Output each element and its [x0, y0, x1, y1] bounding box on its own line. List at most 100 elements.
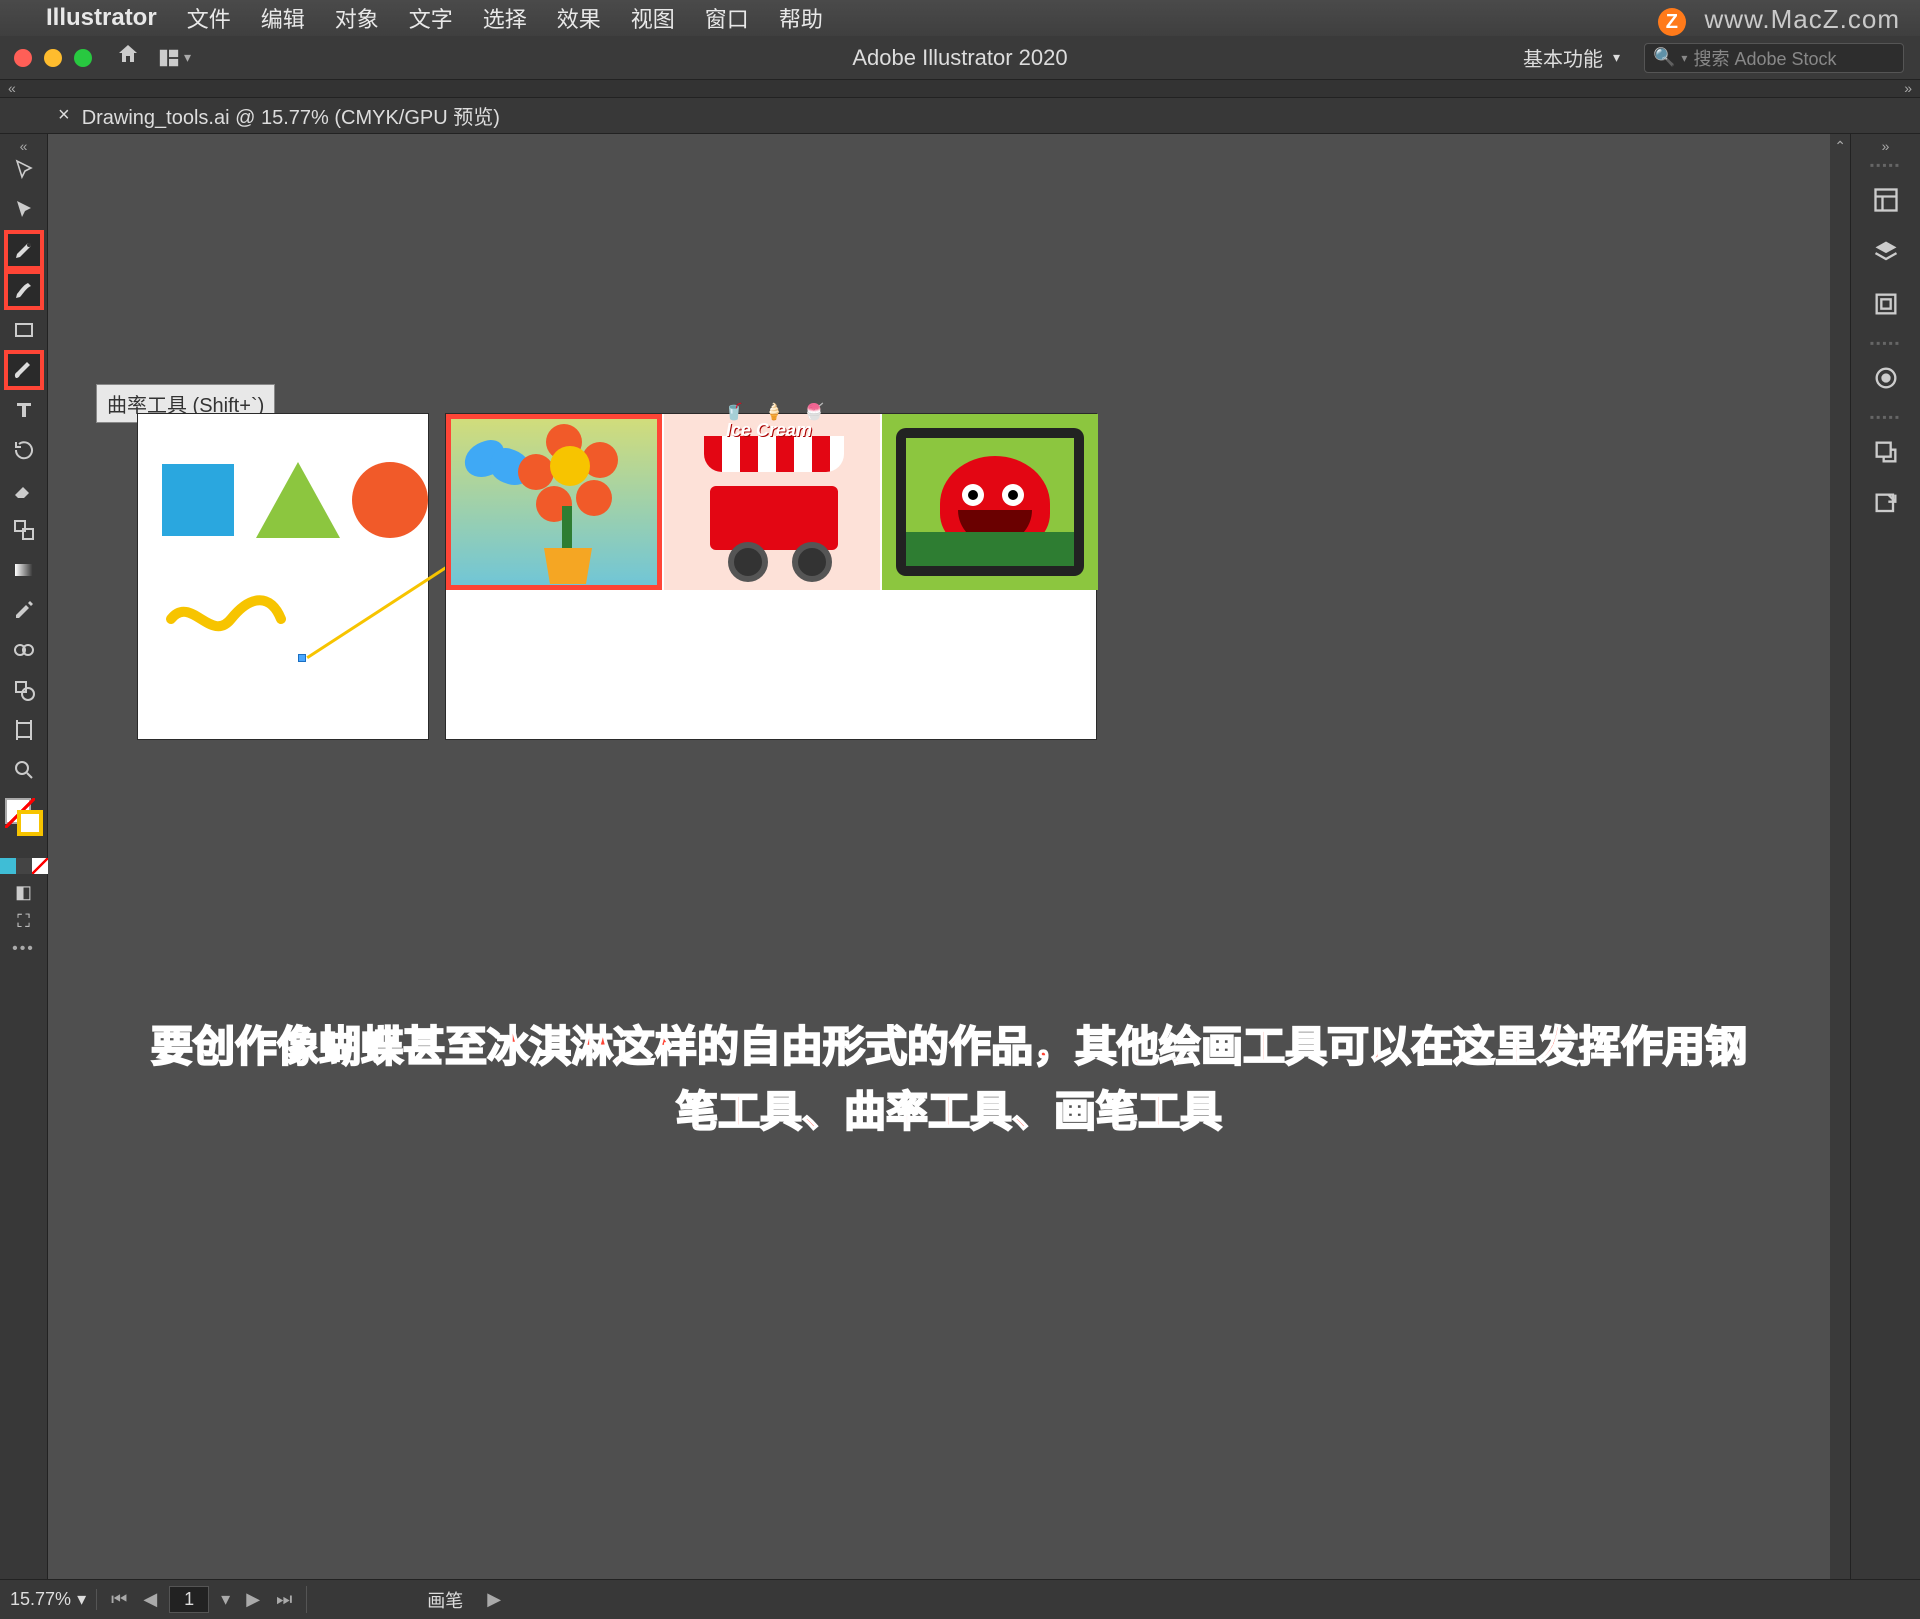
document-tab-bar: × Drawing_tools.ai @ 15.77% (CMYK/GPU 预览…	[0, 98, 1920, 134]
app-titlebar: ▾ Adobe Illustrator 2020 基本功能 ▾ 🔍▾ 搜索 Ad…	[0, 36, 1920, 80]
gradient-swatch[interactable]	[16, 858, 32, 874]
status-menu-icon[interactable]: ▶	[483, 1589, 505, 1610]
rectangle-tool[interactable]	[4, 310, 44, 350]
menu-file[interactable]: 文件	[187, 2, 231, 34]
zoom-level-dropdown[interactable]: 15.77% ▾	[0, 1589, 97, 1610]
watermark: Z www.MacZ.com	[1658, 4, 1900, 36]
appearance-panel-icon[interactable]	[1864, 356, 1908, 400]
close-window-button[interactable]	[14, 49, 32, 67]
export-panel-icon[interactable]	[1864, 482, 1908, 526]
last-artboard-icon[interactable]: ⏭	[272, 1589, 296, 1610]
edit-toolbar-icon[interactable]: •••	[12, 940, 35, 958]
paintbrush-tool[interactable]	[4, 350, 44, 390]
layers-panel-icon[interactable]	[1864, 230, 1908, 274]
search-adobe-stock[interactable]: 🔍▾ 搜索 Adobe Stock	[1644, 43, 1904, 73]
document-tab-title[interactable]: Drawing_tools.ai @ 15.77% (CMYK/GPU 预览)	[82, 101, 500, 130]
expand-control-bar-icon[interactable]: «	[0, 80, 24, 97]
properties-panel-icon[interactable]	[1864, 178, 1908, 222]
control-bar: « »	[0, 80, 1920, 98]
cart-body	[710, 486, 838, 550]
home-icon[interactable]	[116, 42, 140, 73]
cart-wheel	[728, 542, 768, 582]
tablet-frame	[896, 428, 1084, 576]
tutorial-caption: 要创作像蝴蝶甚至冰淇淋这样的自由形式的作品，其他绘画工具可以在这里发挥作用钢 笔…	[48, 1014, 1850, 1144]
menu-view[interactable]: 视图	[631, 2, 675, 34]
chevron-down-icon: ▾	[77, 1589, 86, 1610]
cart-roof	[704, 436, 844, 472]
ice-cream-icon: 🍧	[804, 402, 824, 422]
eyedropper-tool[interactable]	[4, 590, 44, 630]
color-swatch[interactable]	[0, 858, 16, 874]
search-placeholder: 搜索 Adobe Stock	[1693, 45, 1836, 71]
ice-cream-sign: Ice Cream	[726, 420, 812, 441]
expand-toolbar-icon[interactable]: «	[20, 138, 28, 150]
vertical-scrollbar[interactable]: ⌃	[1830, 134, 1850, 1579]
workspace-label: 基本功能	[1523, 43, 1603, 72]
app-name[interactable]: Illustrator	[46, 4, 157, 32]
rotate-tool[interactable]	[4, 430, 44, 470]
menu-object[interactable]: 对象	[335, 2, 379, 34]
artboard-tool[interactable]	[4, 710, 44, 750]
scale-tool[interactable]	[4, 510, 44, 550]
libraries-panel-icon[interactable]	[1864, 282, 1908, 326]
blue-square-shape	[162, 464, 234, 536]
menu-edit[interactable]: 编辑	[261, 2, 305, 34]
asset-export-panel-icon[interactable]	[1864, 430, 1908, 474]
green-triangle-shape	[256, 462, 340, 538]
tools-panel: « ◧ ⛶ •••	[0, 134, 48, 1579]
gradient-tool[interactable]	[4, 550, 44, 590]
menu-help[interactable]: 帮助	[779, 2, 823, 34]
anchor-point[interactable]	[298, 654, 306, 662]
selection-tool[interactable]	[4, 150, 44, 190]
flower-stem	[562, 506, 572, 552]
watermark-badge: Z	[1658, 8, 1686, 36]
chevron-down-icon: ▾	[1613, 49, 1620, 66]
next-artboard-icon[interactable]: ▶	[242, 1589, 264, 1610]
expand-panels-icon[interactable]: »	[1882, 138, 1890, 152]
menu-type[interactable]: 文字	[409, 2, 453, 34]
curvature-tool[interactable]	[4, 270, 44, 310]
artboard-navigation: ⏮ ◀ 1 ▾ ▶ ⏭	[97, 1586, 307, 1613]
screen-mode-icon[interactable]: ⛶	[17, 911, 30, 932]
menu-window[interactable]: 窗口	[705, 2, 749, 34]
artboard-index[interactable]: 1	[169, 1586, 209, 1613]
first-artboard-icon[interactable]: ⏮	[107, 1589, 131, 1610]
menu-effect[interactable]: 效果	[557, 2, 601, 34]
collapse-panels-icon[interactable]: »	[1896, 80, 1920, 97]
prev-artboard-icon[interactable]: ◀	[139, 1589, 161, 1610]
type-tool[interactable]	[4, 390, 44, 430]
stroke-swatch[interactable]	[17, 810, 43, 836]
zoom-window-button[interactable]	[74, 49, 92, 67]
artboard-illustrations: 🥤 🍦 🍧 Ice Cream	[446, 414, 1096, 739]
none-swatch[interactable]	[32, 858, 48, 874]
zoom-tool[interactable]	[4, 750, 44, 790]
eraser-tool[interactable]	[4, 470, 44, 510]
draw-mode-icon[interactable]: ◧	[15, 882, 32, 903]
color-mode-row[interactable]	[0, 858, 48, 874]
minimize-window-button[interactable]	[44, 49, 62, 67]
search-icon: 🔍	[1653, 47, 1675, 68]
panel-grip[interactable]: ▪▪▪▪▪	[1870, 410, 1901, 424]
direct-selection-tool[interactable]	[4, 190, 44, 230]
scroll-up-icon[interactable]: ⌃	[1834, 138, 1846, 155]
panel-grip[interactable]: ▪▪▪▪▪	[1870, 158, 1901, 172]
flower-pot	[538, 548, 598, 584]
blend-tool[interactable]	[4, 630, 44, 670]
caption-line-2: 笔工具、曲率工具、画笔工具	[108, 1079, 1790, 1144]
yellow-line-path	[298, 566, 468, 666]
close-tab-icon[interactable]: ×	[58, 104, 70, 127]
chevron-down-icon[interactable]: ▾	[217, 1589, 234, 1610]
flower-illustration	[446, 414, 662, 590]
caption-line-1: 要创作像蝴蝶甚至冰淇淋这样的自由形式的作品，其他绘画工具可以在这里发挥作用钢	[108, 1014, 1790, 1079]
shape-builder-tool[interactable]	[4, 670, 44, 710]
workspace-switcher[interactable]: 基本功能 ▾	[1523, 43, 1620, 72]
drink-icon: 🥤	[724, 402, 744, 422]
panel-grip[interactable]: ▪▪▪▪▪	[1870, 336, 1901, 350]
canvas[interactable]: 曲率工具 (Shift+`)	[48, 134, 1850, 1579]
menu-select[interactable]: 选择	[483, 2, 527, 34]
pen-tool[interactable]	[4, 230, 44, 270]
orange-circle-shape	[352, 462, 428, 538]
fill-stroke-swatch[interactable]	[3, 796, 45, 856]
arrange-documents-icon[interactable]: ▾	[158, 47, 191, 69]
status-bar: 15.77% ▾ ⏮ ◀ 1 ▾ ▶ ⏭ 画笔 ▶	[0, 1579, 1920, 1619]
